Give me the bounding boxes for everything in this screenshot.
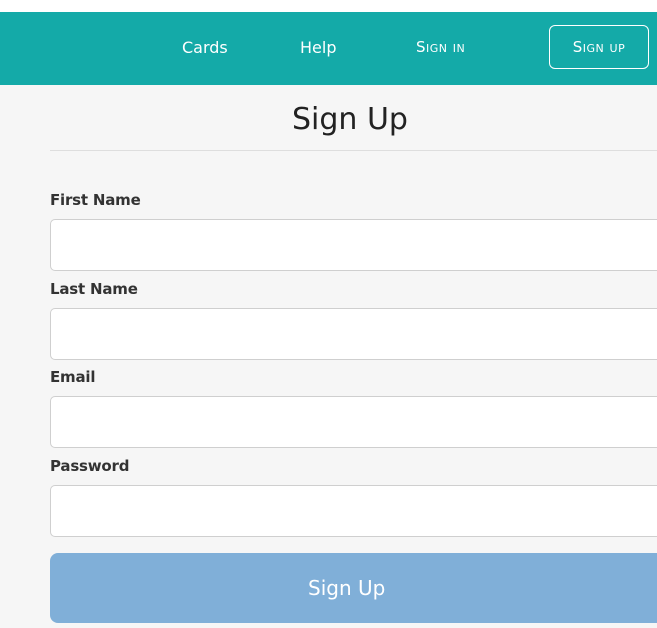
email-label: Email bbox=[50, 368, 96, 386]
page-title: Sign Up bbox=[292, 102, 408, 137]
last-name-label: Last Name bbox=[50, 280, 138, 298]
last-name-input[interactable] bbox=[50, 308, 657, 360]
nav-sign-up-button[interactable]: Sign up bbox=[549, 25, 649, 69]
title-divider bbox=[50, 150, 657, 151]
password-input[interactable] bbox=[50, 485, 657, 537]
first-name-input[interactable] bbox=[50, 219, 657, 271]
nav-help-link[interactable]: Help bbox=[300, 12, 336, 85]
password-label: Password bbox=[50, 457, 130, 475]
nav-cards-link[interactable]: Cards bbox=[182, 12, 228, 85]
top-navbar: Cards Help Sign in Sign up bbox=[0, 12, 657, 85]
first-name-label: First Name bbox=[50, 191, 141, 209]
nav-sign-in-link[interactable]: Sign in bbox=[416, 12, 465, 85]
sign-up-submit-button[interactable]: Sign Up bbox=[50, 553, 657, 623]
email-input[interactable] bbox=[50, 396, 657, 448]
